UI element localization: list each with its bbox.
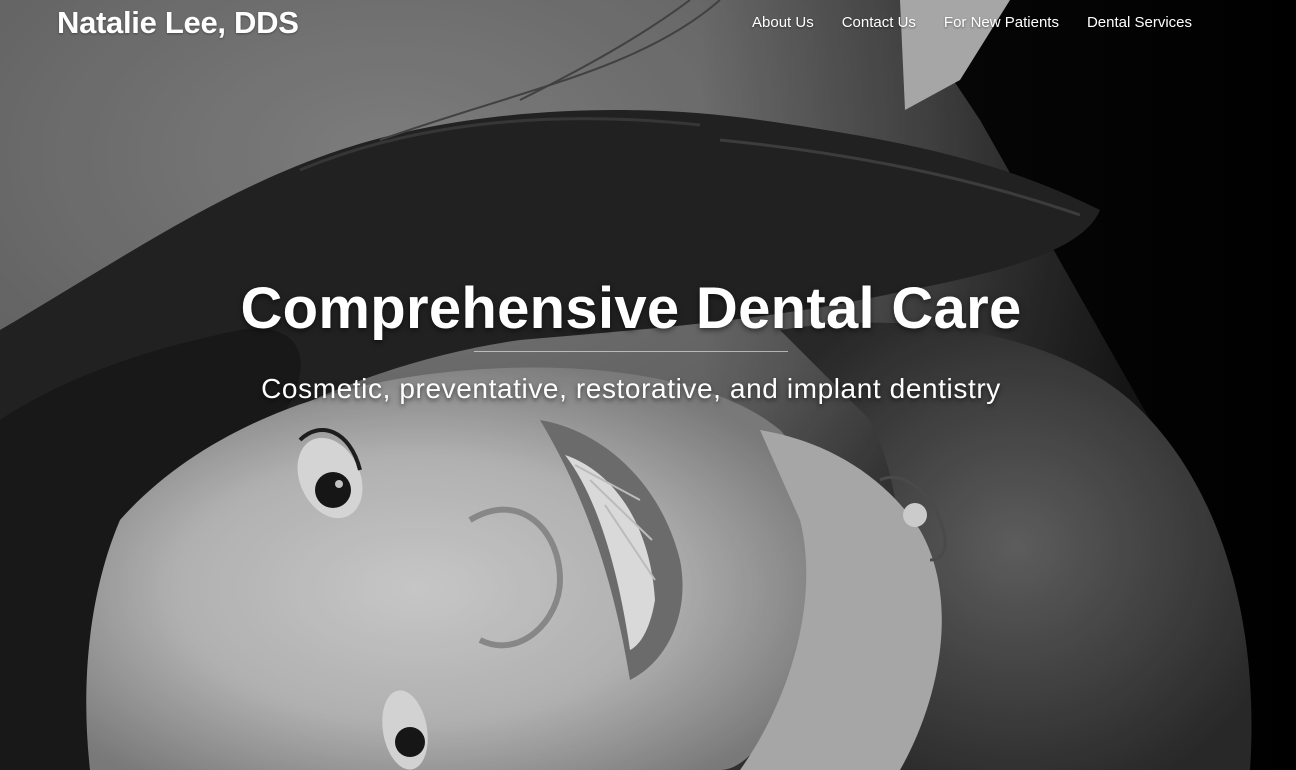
nav-link-new-patients[interactable]: For New Patients: [944, 14, 1059, 31]
nav-item-dental-services: Dental Services: [1087, 12, 1192, 34]
hero-section: Comprehensive Dental Care Cosmetic, prev…: [0, 272, 1262, 408]
nav-link-dental-services[interactable]: Dental Services: [1087, 14, 1192, 31]
main-nav: About Us Contact Us For New Patients Den…: [752, 12, 1192, 34]
nav-item-contact-us: Contact Us: [842, 12, 916, 34]
nav-link-contact-us[interactable]: Contact Us: [842, 14, 916, 31]
nav-link-about-us[interactable]: About Us: [752, 14, 814, 31]
site-header: Natalie Lee, DDS About Us Contact Us For…: [0, 0, 1296, 48]
brand-logo-link[interactable]: Natalie Lee, DDS: [57, 4, 299, 42]
hero-subtitle: Cosmetic, preventative, restorative, and…: [261, 373, 1001, 404]
nav-item-about-us: About Us: [752, 12, 814, 34]
page: Natalie Lee, DDS About Us Contact Us For…: [0, 0, 1296, 770]
hero-title: Comprehensive Dental Care: [240, 276, 1022, 341]
hero-divider: [474, 351, 788, 352]
nav-item-new-patients: For New Patients: [944, 12, 1059, 34]
